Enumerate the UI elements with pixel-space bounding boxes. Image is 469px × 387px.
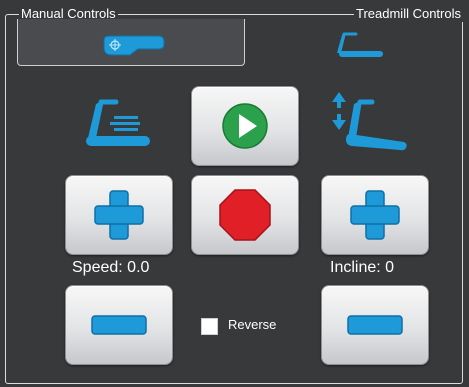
treadmill-incline-icon bbox=[332, 92, 407, 151]
speed-label: Speed: bbox=[72, 259, 123, 276]
tab-treadmill-controls[interactable] bbox=[248, 19, 458, 66]
speed-up-button[interactable] bbox=[65, 175, 173, 255]
treadmill-icon bbox=[337, 32, 383, 57]
plus-icon bbox=[94, 190, 144, 240]
incline-label: Incline: bbox=[330, 259, 381, 276]
speed-value: 0.0 bbox=[127, 259, 150, 276]
stop-button[interactable] bbox=[191, 175, 299, 255]
incline-up-button[interactable] bbox=[321, 175, 429, 255]
start-button[interactable] bbox=[191, 86, 299, 166]
speed-readout: Speed: 0.0 bbox=[72, 259, 149, 277]
stop-icon bbox=[219, 189, 271, 241]
incline-value: 0 bbox=[385, 259, 395, 276]
reverse-checkbox[interactable] bbox=[201, 318, 218, 335]
plus-icon bbox=[350, 190, 400, 240]
manual-control-icon bbox=[103, 35, 165, 56]
reverse-label: Reverse bbox=[228, 317, 277, 332]
minus-icon bbox=[347, 315, 403, 335]
minus-icon bbox=[91, 315, 147, 335]
speed-down-button[interactable] bbox=[65, 285, 173, 365]
play-icon bbox=[222, 103, 268, 149]
treadmill-speed-icon bbox=[86, 99, 150, 146]
incline-down-button[interactable] bbox=[321, 285, 429, 365]
incline-readout: Incline: 0 bbox=[330, 259, 394, 277]
tab-manual-controls[interactable] bbox=[17, 19, 245, 66]
